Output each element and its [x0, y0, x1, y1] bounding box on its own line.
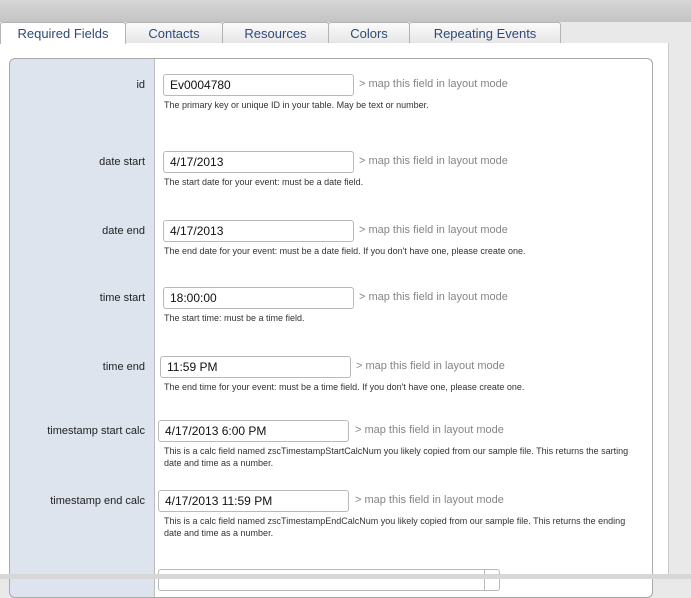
- time-end-field[interactable]: 11:59 PM: [160, 356, 351, 378]
- date-start-field[interactable]: 4/17/2013: [163, 151, 354, 173]
- id-field[interactable]: Ev0004780: [163, 74, 354, 96]
- tab-repeating-events[interactable]: Repeating Events: [409, 22, 561, 43]
- map-link-timestamp-start-calc[interactable]: > map this field in layout mode: [355, 424, 504, 436]
- field-label-timestamp-start-calc: timestamp start calc: [47, 425, 145, 437]
- dropdown-arrow-icon[interactable]: [484, 570, 499, 590]
- timestamp-start-calc-field[interactable]: 4/17/2013 6:00 PM: [158, 420, 349, 442]
- field-label-date-end: date end: [102, 225, 145, 237]
- map-link-time-start[interactable]: > map this field in layout mode: [359, 291, 508, 303]
- partial-field[interactable]: [158, 569, 500, 591]
- window-top-bar: [0, 0, 691, 22]
- field-label-timestamp-end-calc: timestamp end calc: [50, 495, 145, 507]
- tab-required-fields[interactable]: Required Fields: [0, 22, 126, 44]
- field-help-time-end: The end time for your event: must be a t…: [164, 382, 525, 392]
- date-end-field[interactable]: 4/17/2013: [163, 220, 354, 242]
- tab-panel: id Ev0004780 > map this field in layout …: [0, 43, 669, 598]
- field-help-date-end: The end date for your event: must be a d…: [164, 246, 526, 256]
- field-label-date-start: date start: [99, 156, 145, 168]
- field-mapping-panel: id Ev0004780 > map this field in layout …: [9, 58, 653, 598]
- time-start-field[interactable]: 18:00:00: [163, 287, 354, 309]
- map-link-time-end[interactable]: > map this field in layout mode: [356, 360, 505, 372]
- field-label-time-end: time end: [102, 361, 145, 373]
- tab-bar: Required Fields Contacts Resources Color…: [0, 22, 691, 44]
- field-help-timestamp-start-calc: This is a calc field named zscTimestampS…: [164, 446, 629, 468]
- map-link-id[interactable]: > map this field in layout mode: [359, 78, 508, 90]
- field-help-timestamp-end-calc: This is a calc field named zscTimestampE…: [164, 516, 626, 538]
- window-bottom-bar: [0, 574, 691, 579]
- field-help-id: The primary key or unique ID in your tab…: [164, 100, 429, 110]
- field-help-date-start: The start date for your event: must be a…: [164, 177, 364, 187]
- map-link-timestamp-end-calc[interactable]: > map this field in layout mode: [355, 494, 504, 506]
- map-link-date-start[interactable]: > map this field in layout mode: [359, 155, 508, 167]
- timestamp-end-calc-field[interactable]: 4/17/2013 11:59 PM: [158, 490, 349, 512]
- tab-resources[interactable]: Resources: [222, 22, 329, 43]
- tab-contacts[interactable]: Contacts: [125, 22, 223, 43]
- field-label-time-start: time start: [99, 292, 145, 304]
- map-link-date-end[interactable]: > map this field in layout mode: [359, 224, 508, 236]
- tab-colors[interactable]: Colors: [328, 22, 410, 43]
- field-label-id: id: [136, 79, 145, 91]
- field-help-time-start: The start time: must be a time field.: [164, 313, 305, 323]
